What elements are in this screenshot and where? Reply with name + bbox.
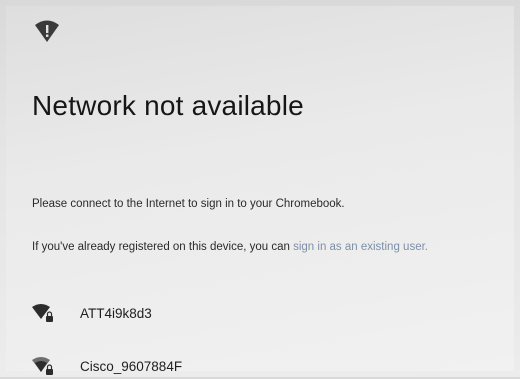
wifi-secured-icon (32, 357, 53, 375)
network-name: Cisco_9607884F (80, 358, 183, 374)
network-name: ATT4i9k8d3 (80, 305, 152, 321)
network-item-cisco[interactable]: Cisco_9607884F (32, 353, 182, 379)
network-item-att4i9k8d3[interactable]: ATT4i9k8d3 (32, 300, 152, 326)
sign-in-existing-user-link[interactable]: sign in as an existing user. (293, 241, 428, 253)
page-title: Network not available (32, 90, 304, 121)
wifi-secured-icon (32, 304, 53, 322)
existing-user-text: If you've already registered on this dev… (32, 241, 294, 253)
wifi-alert-icon (35, 20, 59, 42)
oobe-screen: Network not available Please connect to … (6, 6, 514, 375)
connect-instruction: Please connect to the Internet to sign i… (32, 198, 345, 210)
existing-user-instruction: If you've already registered on this dev… (32, 241, 428, 253)
